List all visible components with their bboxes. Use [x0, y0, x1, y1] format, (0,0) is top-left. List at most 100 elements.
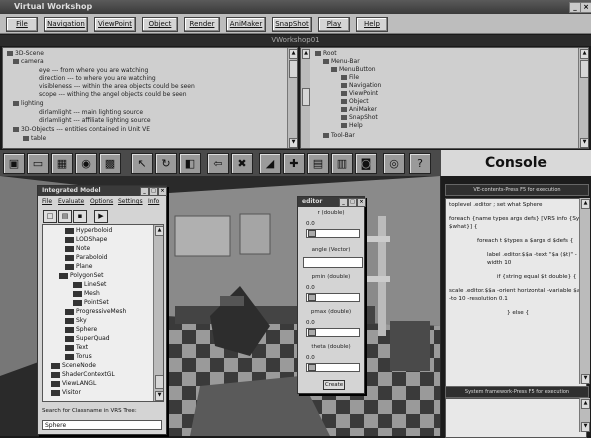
film-icon[interactable]: ▤ [307, 153, 329, 174]
tree-node[interactable]: dirlamlight --- main lighting source [39, 109, 143, 116]
menu-object[interactable]: Object [142, 17, 178, 32]
open-icon[interactable]: ▤ [58, 210, 72, 223]
photo-icon[interactable]: ▦ [51, 153, 73, 174]
menu-options[interactable]: Options [90, 198, 113, 205]
run-icon[interactable]: ▶ [94, 210, 108, 223]
scroll-thumb[interactable] [155, 375, 163, 389]
menu-settings[interactable]: Settings [118, 198, 143, 205]
scroll-up-icon[interactable]: ▲ [581, 399, 590, 409]
scroll-up-icon[interactable]: ▲ [580, 49, 588, 59]
minimize-button[interactable]: _ [140, 187, 149, 196]
scroll-up-icon[interactable]: ▲ [302, 49, 310, 59]
tree-node[interactable]: Text [65, 344, 88, 351]
scroll-up-icon[interactable]: ▲ [581, 199, 590, 209]
editor-dialog[interactable]: editor _ □ × r (double) 0.0 angle (Vecto… [297, 196, 366, 394]
tree-node[interactable]: SuperQuad [65, 335, 110, 342]
close-button[interactable]: × [357, 198, 366, 207]
tree-node[interactable]: Torus [65, 353, 92, 360]
tree-node[interactable]: SnapShot [341, 114, 378, 121]
menu-snapshot[interactable]: SnapShot [272, 17, 312, 32]
tree-node[interactable]: ViewPoint [341, 90, 378, 97]
close-button[interactable]: × [580, 2, 591, 13]
menu-animaker[interactable]: AniMaker [226, 17, 266, 32]
console-script-editor[interactable]: toplevel .editor ; set what Sphere forea… [445, 198, 587, 390]
tree-node[interactable]: LineSet [73, 281, 106, 288]
tree-node[interactable]: Plane [65, 263, 92, 270]
tree-node[interactable]: Object [341, 98, 369, 105]
new-icon[interactable]: □ [43, 210, 57, 223]
monitor-icon[interactable]: ▭ [27, 153, 49, 174]
tree-node[interactable]: Paraboloid [65, 254, 107, 261]
maximize-button[interactable]: □ [348, 198, 357, 207]
menu-render[interactable]: Render [184, 17, 220, 32]
rotate-icon[interactable]: ↻ [155, 153, 177, 174]
tree-node[interactable]: ShaderContextGL [51, 371, 115, 378]
create-button[interactable]: Create [323, 380, 345, 390]
tree-node[interactable]: SceneNode [51, 362, 96, 369]
tree-node[interactable]: Visitor [51, 389, 81, 396]
menu-help[interactable]: Help [356, 17, 388, 32]
slider-pmin[interactable] [306, 293, 360, 302]
tree-node[interactable]: Sky [65, 317, 87, 324]
save-icon[interactable]: ▪ [73, 210, 87, 223]
editor-title[interactable]: editor _ □ × [298, 197, 366, 207]
scroll-thumb[interactable] [302, 88, 310, 106]
scroll-down-icon[interactable]: ▼ [580, 138, 588, 148]
tree-node[interactable]: Mesh [73, 290, 100, 297]
integrated-model-window[interactable]: Integrated Model _ □ × File Evaluate Opt… [37, 185, 167, 435]
scroll-up-icon[interactable]: ▲ [289, 49, 297, 59]
scroll-thumb[interactable] [289, 60, 297, 78]
slider-knob[interactable] [308, 329, 316, 336]
tree-node[interactable]: File [341, 74, 359, 81]
menu-navigation[interactable]: Navigation [44, 17, 88, 32]
tree-node[interactable]: camera [13, 58, 44, 65]
tree-node[interactable]: PolygonSet [59, 272, 103, 279]
tree-node[interactable]: LODShape [65, 236, 107, 243]
scene-tree-panel[interactable]: 3D-Scene camera eye --- from where you a… [2, 47, 298, 149]
tree-node[interactable]: Note [65, 245, 90, 252]
tree-node[interactable]: eye --- from where you are watching [39, 67, 148, 74]
cross-icon[interactable]: ✚ [283, 153, 305, 174]
slider-knob[interactable] [308, 364, 316, 371]
tree-node[interactable]: lighting [13, 100, 44, 107]
scene-tree-scrollbar[interactable]: ▲ ▼ [287, 48, 297, 148]
angle-input[interactable] [303, 257, 363, 268]
ui-tree-scrollbar[interactable]: ▲ [301, 48, 310, 148]
tree-node[interactable]: 3D-Objects --- entities contained in Uni… [13, 126, 150, 133]
slider-pmax[interactable] [306, 328, 360, 337]
menu-info[interactable]: Info [148, 198, 159, 205]
scroll-down-icon[interactable]: ▼ [581, 374, 590, 384]
system-scrollbar[interactable]: ▲ ▼ [579, 398, 590, 432]
tree-node[interactable]: Sphere [65, 326, 97, 333]
scroll-down-icon[interactable]: ▼ [155, 391, 163, 401]
slider-theta[interactable] [306, 363, 360, 372]
integrated-window-title[interactable]: Integrated Model _ □ × [38, 186, 167, 196]
brush-icon[interactable]: ◢ [259, 153, 281, 174]
tree-node[interactable]: Root [315, 50, 337, 57]
ui-tree-scrollbar-right[interactable]: ▲ ▼ [578, 48, 588, 148]
camera2-icon[interactable]: ◙ [355, 153, 377, 174]
scroll-down-icon[interactable]: ▼ [581, 422, 590, 432]
menu-evaluate[interactable]: Evaluate [58, 198, 84, 205]
scroll-up-icon[interactable]: ▲ [155, 226, 163, 236]
image-icon[interactable]: ▥ [331, 153, 353, 174]
tree-node[interactable]: Help [341, 122, 363, 129]
camera-icon[interactable]: ▣ [3, 153, 25, 174]
search-input[interactable]: Sphere [42, 420, 162, 430]
tree-node[interactable]: visibleness --- within the area objects … [39, 83, 195, 90]
help-icon[interactable]: ? [409, 153, 431, 174]
maximize-button[interactable]: □ [149, 187, 158, 196]
tree-node[interactable]: PointSet [73, 299, 109, 306]
system-script-editor[interactable] [445, 398, 587, 438]
close-button[interactable]: × [158, 187, 167, 196]
slider-r[interactable] [306, 229, 360, 238]
slider-knob[interactable] [308, 294, 316, 301]
cube-icon[interactable]: ◧ [179, 153, 201, 174]
tree-node[interactable]: MenuButton [331, 66, 376, 73]
tree-node[interactable]: Tool-Bar [323, 132, 355, 139]
arrow-left-icon[interactable]: ⇦ [207, 153, 229, 174]
disc-icon[interactable]: ◎ [383, 153, 405, 174]
tree-node[interactable]: direction --- to where you are watching [39, 75, 156, 82]
menu-file[interactable]: File [6, 17, 38, 32]
console-scrollbar[interactable]: ▲ ▼ [579, 198, 590, 384]
